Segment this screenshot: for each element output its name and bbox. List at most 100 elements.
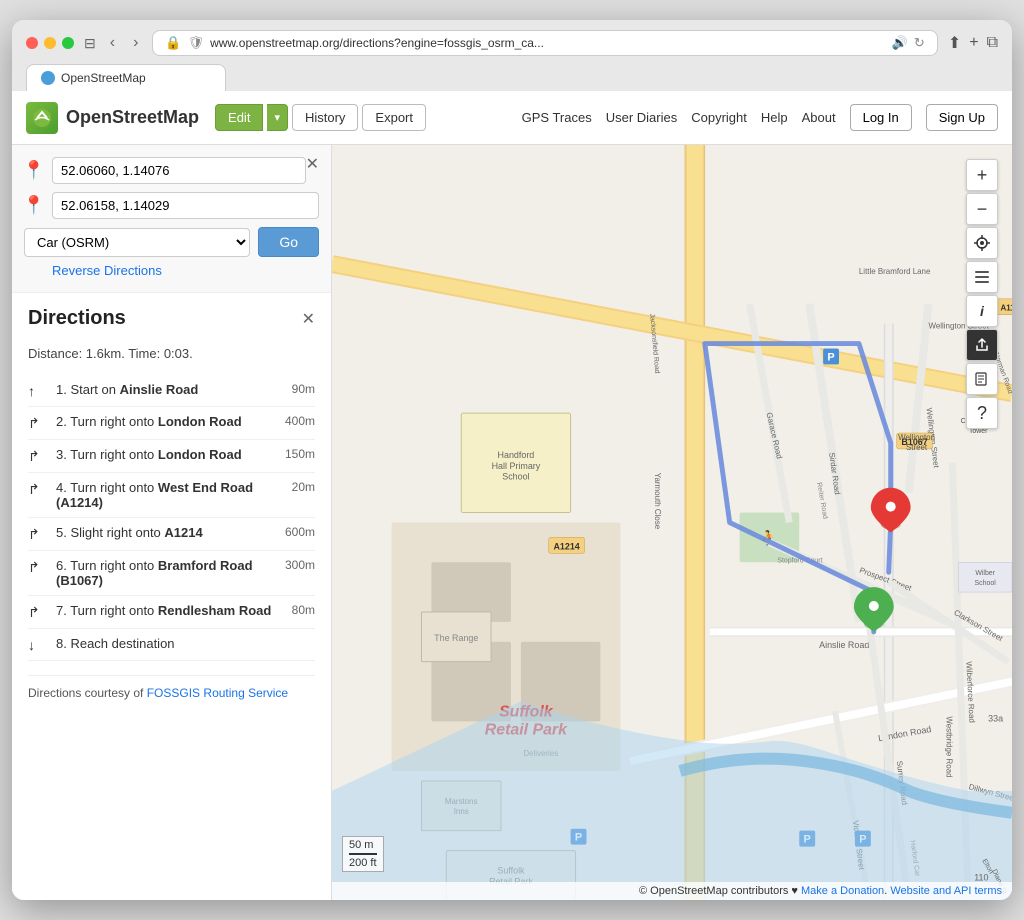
sidebar-icon[interactable]: ⊟ bbox=[84, 35, 96, 52]
map-svg: Handford Hall Primary School The Range S… bbox=[332, 145, 1012, 900]
svg-text:A1214: A1214 bbox=[553, 541, 579, 551]
layers-button[interactable] bbox=[966, 261, 998, 293]
share-map-button[interactable] bbox=[966, 329, 998, 361]
minimize-button[interactable] bbox=[44, 37, 56, 49]
nav-user-diaries[interactable]: User Diaries bbox=[606, 110, 678, 125]
to-waypoint-row: 📍 bbox=[24, 192, 319, 219]
address-bar[interactable]: 🔒 🛡 www.openstreetmap.org/directions?eng… bbox=[152, 30, 937, 56]
svg-text:110: 110 bbox=[974, 872, 988, 882]
scale-200ft: 200 ft bbox=[349, 857, 377, 869]
directions-close-button[interactable]: ✕ bbox=[302, 309, 315, 329]
tab-favicon bbox=[41, 71, 55, 85]
header-toolbar: Edit ▾ History Export bbox=[215, 104, 426, 131]
step-text: 8. Reach destination bbox=[56, 636, 315, 651]
nav-help[interactable]: Help bbox=[761, 110, 788, 125]
from-input[interactable] bbox=[52, 157, 306, 184]
svg-text:A1156: A1156 bbox=[1001, 304, 1012, 313]
step-icon: ↱ bbox=[28, 604, 50, 621]
scale-bar: 50 m 200 ft bbox=[342, 836, 384, 872]
svg-text:P: P bbox=[827, 351, 834, 363]
map-attribution: © OpenStreetMap contributors ♥ Make a Do… bbox=[332, 882, 1012, 900]
tabs-button[interactable]: ⧉ bbox=[987, 34, 998, 52]
step-item: ↱ 5. Slight right onto A1214 600m bbox=[28, 518, 315, 551]
to-input[interactable] bbox=[52, 192, 319, 219]
step-dist: 300m bbox=[285, 558, 315, 572]
forward-button[interactable]: › bbox=[129, 32, 142, 54]
svg-text:Handford: Handford bbox=[498, 450, 535, 460]
go-button[interactable]: Go bbox=[258, 227, 319, 257]
svg-text:School: School bbox=[975, 580, 997, 587]
map-area[interactable]: Handford Hall Primary School The Range S… bbox=[332, 145, 1012, 900]
active-tab[interactable]: OpenStreetMap bbox=[26, 64, 226, 91]
main-content: ✕ 📍 📍 Car (OSRM) Bicycle (OSRM) bbox=[12, 145, 1012, 900]
directions-title: Directions bbox=[28, 307, 126, 330]
svg-text:Wilber: Wilber bbox=[975, 570, 995, 577]
svg-text:Ainslie Road: Ainslie Road bbox=[819, 640, 869, 650]
directions-credit: Directions courtesy of FOSSGIS Routing S… bbox=[28, 675, 315, 700]
api-terms-link[interactable]: Website and API terms bbox=[890, 885, 1002, 897]
logo-text: OpenStreetMap bbox=[66, 107, 199, 128]
step-dist: 150m bbox=[285, 447, 315, 461]
directions-body: Directions ✕ Distance: 1.6km. Time: 0:03… bbox=[12, 293, 331, 714]
step-dist: 400m bbox=[285, 414, 315, 428]
step-list: ↑ 1. Start on Ainslie Road 90m ↱ 2. Turn… bbox=[28, 375, 315, 661]
export-button[interactable]: Export bbox=[362, 104, 426, 131]
svg-text:33a: 33a bbox=[988, 713, 1003, 723]
close-panel-button[interactable]: ✕ bbox=[306, 157, 319, 173]
audio-icon: 🔊 bbox=[892, 35, 908, 51]
route-inputs: ✕ 📍 📍 Car (OSRM) Bicycle (OSRM) bbox=[12, 145, 331, 293]
browser-window: ⊟ ‹ › 🔒 🛡 www.openstreetmap.org/directio… bbox=[12, 20, 1012, 900]
step-text: 7. Turn right onto Rendlesham Road bbox=[56, 603, 284, 618]
maximize-button[interactable] bbox=[62, 37, 74, 49]
share-button[interactable]: ⬆ bbox=[948, 33, 961, 53]
scale-50m: 50 m bbox=[349, 839, 377, 855]
fossgis-link[interactable]: FOSSGIS Routing Service bbox=[147, 686, 288, 700]
logo-icon bbox=[26, 102, 58, 134]
nav-gps-traces[interactable]: GPS Traces bbox=[522, 110, 592, 125]
transport-select[interactable]: Car (OSRM) Bicycle (OSRM) Foot (OSRM) bbox=[24, 228, 250, 257]
step-icon: ↑ bbox=[28, 383, 50, 399]
browser-chrome: ⊟ ‹ › 🔒 🛡 www.openstreetmap.org/directio… bbox=[12, 20, 1012, 91]
svg-text:Little Bramford Lane: Little Bramford Lane bbox=[859, 267, 931, 276]
browser-actions: ⬆ + ⧉ bbox=[948, 33, 998, 53]
traffic-lights bbox=[26, 37, 74, 49]
reverse-directions-link[interactable]: Reverse Directions bbox=[24, 263, 162, 278]
login-button[interactable]: Log In bbox=[850, 104, 912, 131]
donate-link[interactable]: Make a Donation bbox=[801, 885, 884, 897]
zoom-in-button[interactable]: + bbox=[966, 159, 998, 191]
map-controls: + − bbox=[966, 159, 998, 429]
back-button[interactable]: ‹ bbox=[106, 32, 119, 54]
nav-about[interactable]: About bbox=[802, 110, 836, 125]
step-item: ↓ 8. Reach destination bbox=[28, 629, 315, 661]
help-map-button[interactable]: ? bbox=[966, 397, 998, 429]
step-item: ↱ 6. Turn right onto Bramford Road (B106… bbox=[28, 551, 315, 596]
osm-logo[interactable]: OpenStreetMap bbox=[26, 102, 199, 134]
step-icon: ↓ bbox=[28, 637, 50, 653]
map-canvas[interactable]: Handford Hall Primary School The Range S… bbox=[332, 145, 1012, 900]
transport-select-wrapper: Car (OSRM) Bicycle (OSRM) Foot (OSRM) bbox=[24, 228, 250, 257]
edit-button[interactable]: Edit bbox=[215, 104, 263, 131]
url-text: www.openstreetmap.org/directions?engine=… bbox=[210, 36, 886, 50]
header-nav: GPS Traces User Diaries Copyright Help A… bbox=[522, 104, 998, 131]
svg-text:School: School bbox=[502, 472, 529, 482]
note-button[interactable] bbox=[966, 363, 998, 395]
osm-attribution-text: © OpenStreetMap contributors bbox=[639, 885, 788, 897]
locate-button[interactable] bbox=[966, 227, 998, 259]
svg-text:The Range: The Range bbox=[434, 633, 478, 643]
edit-dropdown-button[interactable]: ▾ bbox=[267, 104, 288, 131]
nav-copyright[interactable]: Copyright bbox=[691, 110, 747, 125]
directions-panel: ✕ 📍 📍 Car (OSRM) Bicycle (OSRM) bbox=[12, 145, 332, 900]
new-tab-button[interactable]: + bbox=[969, 34, 978, 52]
tab-title: OpenStreetMap bbox=[61, 71, 146, 85]
signup-button[interactable]: Sign Up bbox=[926, 104, 998, 131]
info-button[interactable]: i bbox=[966, 295, 998, 327]
step-icon: ↱ bbox=[28, 415, 50, 432]
osm-header: OpenStreetMap Edit ▾ History Export GPS … bbox=[12, 91, 1012, 145]
step-item: ↱ 7. Turn right onto Rendlesham Road 80m bbox=[28, 596, 315, 629]
refresh-icon[interactable]: ↻ bbox=[914, 35, 925, 51]
step-text: 6. Turn right onto Bramford Road (B1067) bbox=[56, 558, 277, 588]
close-button[interactable] bbox=[26, 37, 38, 49]
history-button[interactable]: History bbox=[292, 104, 358, 131]
step-item: ↱ 3. Turn right onto London Road 150m bbox=[28, 440, 315, 473]
zoom-out-button[interactable]: − bbox=[966, 193, 998, 225]
